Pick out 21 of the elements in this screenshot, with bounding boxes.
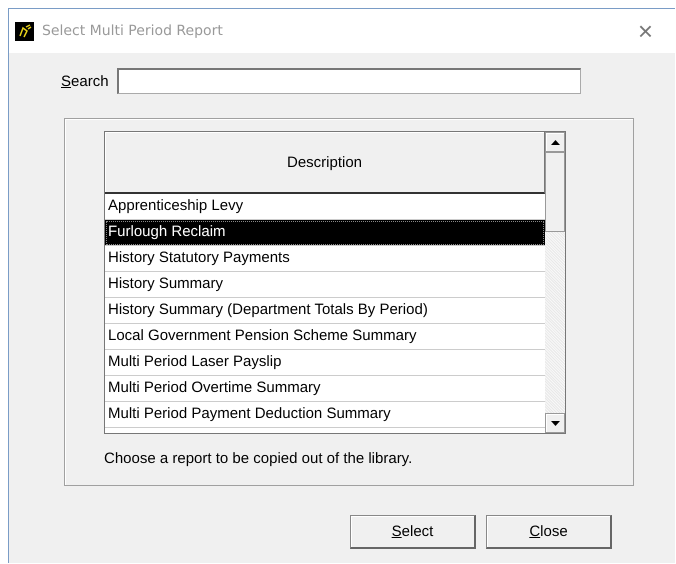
- list-item[interactable]: Multi Period Laser Payslip: [105, 350, 545, 376]
- list-item[interactable]: History Summary (Department Totals By Period): [105, 298, 545, 324]
- scroll-thumb[interactable]: [545, 152, 565, 232]
- scroll-down-icon[interactable]: [545, 413, 565, 433]
- select-button[interactable]: Select: [350, 515, 476, 549]
- list-item[interactable]: History Summary: [105, 272, 545, 298]
- list-item[interactable]: Local Government Pension Scheme Summary: [105, 324, 545, 350]
- hint-text: Choose a report to be copied out of the library.: [104, 450, 414, 467]
- list-item[interactable]: History Statutory Payments: [105, 246, 545, 272]
- list-item[interactable]: Multi Period Overtime Summary: [105, 376, 545, 402]
- close-button[interactable]: Close: [486, 515, 612, 549]
- scrollbar[interactable]: [545, 132, 565, 433]
- scroll-up-icon[interactable]: [545, 132, 565, 152]
- list-item[interactable]: Multi Period Payment Deduction Summary: [105, 402, 545, 428]
- search-label: Search: [61, 72, 109, 90]
- window-title: Select Multi Period Report: [42, 23, 224, 39]
- search-field[interactable]: [116, 68, 581, 94]
- column-header[interactable]: Description: [105, 132, 545, 194]
- app-icon: [15, 22, 34, 40]
- close-icon[interactable]: ×: [638, 18, 653, 44]
- list-item[interactable]: Furlough Reclaim: [105, 220, 545, 246]
